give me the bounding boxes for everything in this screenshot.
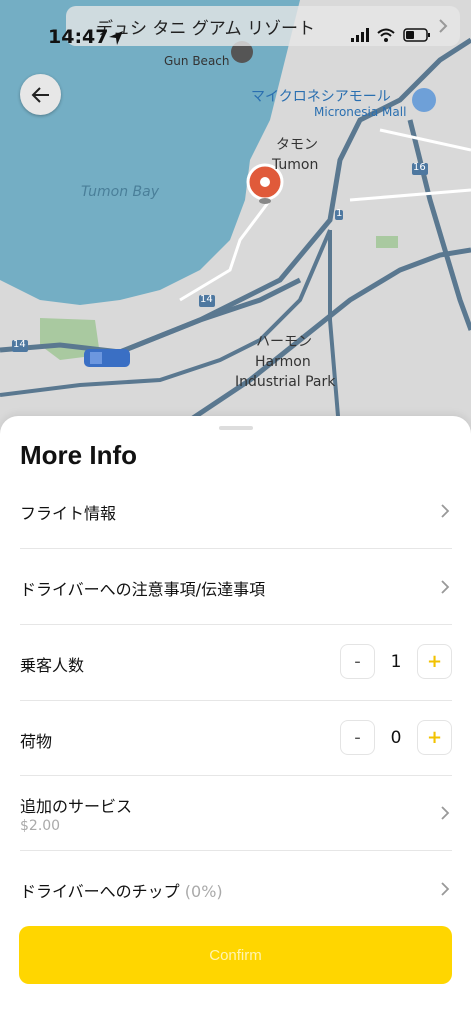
luggage-label: 荷物 [20,732,53,751]
driver-tip-percent: (0%) [184,882,223,901]
back-button[interactable] [20,74,61,115]
location-arrow-icon [109,31,123,45]
row-additional-services[interactable]: 追加のサービス $2.00 [20,776,452,851]
passengers-value: 1 [390,651,402,672]
map-label-gun-beach: Gun Beach [164,54,230,68]
battery-icon [403,28,430,42]
route-shield-1: 1 [336,208,343,219]
sheet-handle[interactable] [219,426,253,430]
map-label-tumon-en: Tumon [272,157,319,173]
arrow-left-icon [31,86,49,103]
map-label-tumon-bay: Tumon Bay [81,184,160,200]
map-label-harmon-jp: ハーモン [256,334,312,350]
row-driver-notes[interactable]: ドライバーへの注意事項/伝達事項 [20,549,452,625]
status-bar: 14:47 [0,20,471,56]
row-driver-tip[interactable]: ドライバーへのチップ (0%) [20,851,452,926]
map-label-tumon-jp: タモン [276,137,318,153]
driver-tip-text: ドライバーへのチップ [20,882,180,901]
signal-icon [351,28,369,42]
driver-tip-label: ドライバーへのチップ (0%) [20,878,223,902]
chevron-right-icon [441,806,450,820]
map-label-harmon-en: Harmon [255,354,311,370]
route-shield-16: 16 [413,162,426,173]
row-flight-info[interactable]: フライト情報 [20,472,452,549]
chevron-right-icon [441,504,450,518]
map-label-harmon-park: Industrial Park [235,374,336,390]
map-label-mall-en: Micronesia Mall [314,105,407,119]
route-shield-14b: 14 [13,339,26,350]
luggage-value: 0 [390,727,402,748]
map-view[interactable]: Gun Beach マイクロネシアモール Micronesia Mall タモン… [0,0,471,440]
additional-services-price: $2.00 [20,818,61,834]
confirm-button[interactable]: Confirm [19,926,452,984]
passengers-stepper: - 1 + [340,644,452,679]
route-shield-14a: 14 [200,294,213,305]
luggage-stepper: - 0 + [340,720,452,755]
driver-notes-label: ドライバーへの注意事項/伝達事項 [20,580,266,599]
mall-marker [412,88,436,112]
additional-services-label: 追加のサービス [20,797,133,816]
passengers-plus-button[interactable]: + [417,644,452,679]
wifi-icon [377,28,395,42]
passengers-label: 乗客人数 [20,656,85,675]
row-luggage: 荷物 - 0 + [20,701,452,776]
map-label-mall-jp: マイクロネシアモール [251,89,391,105]
sheet-title: More Info [20,440,137,470]
luggage-minus-button[interactable]: - [340,720,375,755]
luggage-plus-button[interactable]: + [417,720,452,755]
chevron-right-icon [441,580,450,594]
flight-info-label: フライト情報 [20,504,117,523]
status-time: 14:47 [48,26,109,48]
passengers-minus-button[interactable]: - [340,644,375,679]
row-passengers: 乗客人数 - 1 + [20,625,452,701]
chevron-right-icon [441,882,450,896]
